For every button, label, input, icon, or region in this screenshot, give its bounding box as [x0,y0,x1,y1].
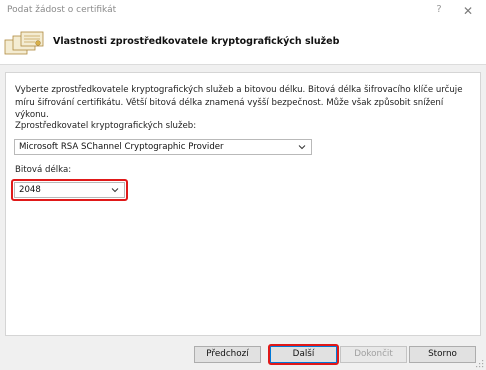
back-button[interactable]: Předchozí [194,346,261,363]
provider-dropdown[interactable]: Microsoft RSA SChannel Cryptographic Pro… [14,139,312,155]
highlight-frame [268,344,339,365]
wizard-header: Vlastnosti zprostředkovatele kryptografi… [0,22,486,65]
description-text: Vyberte zprostředkovatele kryptografický… [15,85,463,120]
close-button[interactable]: ✕ [460,3,476,19]
window-title: Podat žádost o certifikát [7,5,117,15]
resize-grip-icon[interactable] [476,360,484,368]
bitlength-label: Bitová délka: [15,165,72,175]
finish-button: Dokončit [340,346,407,363]
wizard-footer: Předchozí Další Dokončit Storno [0,336,486,370]
help-button[interactable]: ? [432,3,446,17]
provider-value: Microsoft RSA SChannel Cryptographic Pro… [19,142,224,152]
title-bar: Podat žádost o certifikát ? ✕ [0,0,486,22]
certificate-stack-icon [4,31,44,55]
highlight-frame [11,179,128,201]
content-panel: Vyberte zprostředkovatele kryptografický… [5,72,481,336]
header-title: Vlastnosti zprostředkovatele kryptografi… [53,36,340,47]
chevron-down-icon [298,145,306,150]
provider-label: Zprostředkovatel kryptografických služeb… [15,121,197,131]
cancel-button[interactable]: Storno [409,346,476,363]
